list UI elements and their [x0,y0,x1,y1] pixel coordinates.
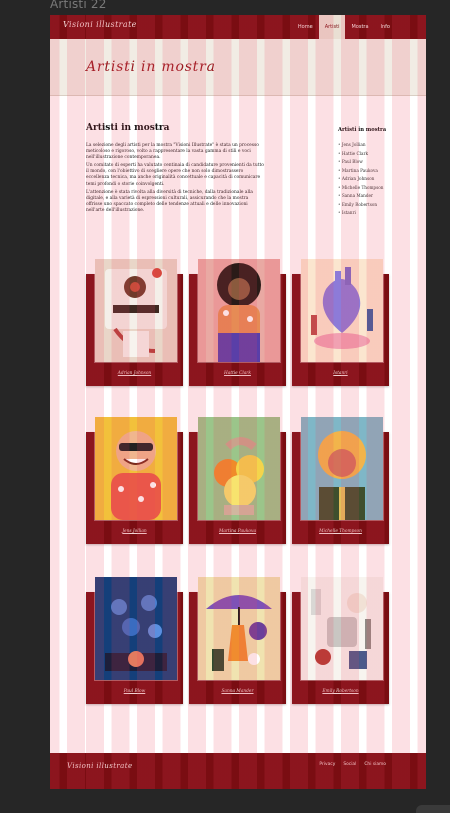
artist-card[interactable]: Martina Paukova [189,416,286,544]
intro-paragraph: Un comitato di esperti ha valutato centi… [86,163,264,187]
hero-banner: Artisti in mostra [50,39,426,96]
top-navbar: Visioni illustrate Home Artisti Mostra I… [50,15,426,39]
artist-name-link[interactable]: Martina Paukova [189,529,286,534]
artwork-image[interactable] [300,258,384,363]
sidebar-title: Artisti in mostra [338,127,387,133]
sidebar-item-artist[interactable]: Paul Blow [338,158,408,167]
nav-mostra[interactable]: Mostra [345,15,374,39]
intro-paragraph: L'attenzione è stata rivolta alla divers… [86,189,253,213]
artist-name-link[interactable]: Jens Jollian [86,529,183,534]
artwork-portrait-icon [198,259,280,362]
footer-link-social[interactable]: Social [343,762,356,767]
artist-name-link[interactable]: Michelle Thompson [292,529,389,534]
sidebar-item-artist[interactable]: Hattie Clark [338,150,408,159]
footer-link-privacy[interactable]: Privacy [319,762,335,767]
artist-card[interactable]: Michelle Thompson [292,416,389,544]
window-corner [416,805,450,813]
site-footer: Visioni illustrate Privacy Social Chi si… [50,753,426,789]
intro-paragraph: La selezione degli artisti per la mostra… [86,143,259,161]
site-brand[interactable]: Visioni illustrate [63,20,137,29]
sidebar-item-artist[interactable]: Martina Paukova [338,167,408,176]
sidebar-item-artist[interactable]: Adrian Johnson [338,175,408,184]
nav-home[interactable]: Home [292,15,319,39]
sidebar-item-artist[interactable]: Sanna Mander [338,192,408,201]
artist-card[interactable]: Jens Jollian [86,416,183,544]
artist-list: Jens Jollian Hattie Clark Paul Blow Mart… [338,141,408,218]
nav-info[interactable]: Info [375,15,396,39]
sidebar-item-artist[interactable]: Istanri [338,209,408,218]
sidebar-item-artist[interactable]: Jens Jollian [338,141,408,150]
artist-name-link[interactable]: Sanna Mander [189,689,286,694]
sidebar-item-artist[interactable]: Michelle Thompson [338,184,408,193]
artwork-heart-icon [301,259,383,362]
artist-name-link[interactable]: Adrian Johnson [86,371,183,376]
artist-card[interactable]: Istanri [292,258,389,386]
artwork-image[interactable] [197,258,281,363]
nav-artisti[interactable]: Artisti [318,15,346,39]
artwork-image[interactable] [197,576,281,681]
artist-card[interactable]: Sanna Mander [189,576,286,704]
artwork-smile-icon [95,417,177,520]
artist-name-link[interactable]: Paul Blow [86,689,183,694]
artist-name-link[interactable]: Emily Robertson [292,689,389,694]
artist-name-link[interactable]: Hattie Clark [189,371,286,376]
main-nav: Home Artisti Mostra Info [292,15,396,39]
artwork-owls-icon [95,577,177,680]
intro-text: La selezione degli artisti per la mostra… [86,143,264,216]
web-page: Visioni illustrate Home Artisti Mostra I… [50,15,426,789]
artist-card[interactable]: Adrian Johnson [86,258,183,386]
artwork-objects-icon [301,577,383,680]
hero-title: Artisti in mostra [86,59,216,75]
artist-card[interactable]: Emily Robertson [292,576,389,704]
artist-card[interactable]: Paul Blow [86,576,183,704]
sidebar-item-artist[interactable]: Emily Robertson [338,201,408,210]
artwork-image[interactable] [300,576,384,681]
window-title: Artisti 22 [50,0,107,11]
artwork-image[interactable] [300,416,384,521]
artwork-image[interactable] [197,416,281,521]
artwork-umbrella-icon [198,577,280,680]
footer-brand[interactable]: Visioni illustrate [67,762,133,770]
artist-sidebar: Artisti in mostra Jens Jollian Hattie Cl… [338,127,408,218]
artist-card[interactable]: Hattie Clark [189,258,286,386]
artwork-image[interactable] [94,258,178,363]
artwork-pumpkins-icon [198,417,280,520]
artwork-machine-icon [95,259,177,362]
page-title: Artisti in mostra [86,123,170,133]
artist-name-link[interactable]: Istanri [292,371,389,376]
artwork-image[interactable] [94,576,178,681]
footer-links: Privacy Social Chi siamo [319,762,386,767]
footer-link-chi-siamo[interactable]: Chi siamo [364,762,386,767]
artwork-portrait-man-icon [301,417,383,520]
artwork-image[interactable] [94,416,178,521]
